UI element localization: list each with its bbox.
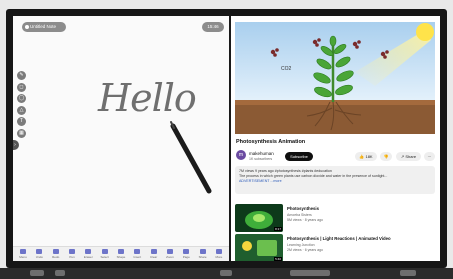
video-duration: 5:40: [274, 257, 282, 261]
recommended-thumbnail[interactable]: 8:17: [235, 204, 283, 232]
toolbar-label: Insert: [133, 255, 142, 259]
channel-name[interactable]: makehuman: [249, 151, 274, 156]
toolbar-label: Zoom: [166, 255, 174, 259]
toolbar-item-more[interactable]: More: [213, 249, 225, 259]
video-player[interactable]: CO2: [235, 22, 435, 134]
toolbar-label: Clear: [150, 255, 158, 259]
share-button[interactable]: ↗ Share: [396, 152, 421, 161]
video-pane: CO2 Photosynthesis Animation m makehuman…: [231, 16, 440, 261]
pen-icon: [68, 249, 75, 254]
toolbar-label: Redo: [52, 255, 60, 259]
toolbar-item-zoom[interactable]: Zoom: [164, 249, 176, 259]
undo-icon: [36, 249, 43, 254]
description-line-3: ADVERTISEMENT ...more: [239, 179, 282, 183]
eraser-icon: [85, 249, 92, 254]
recommended-title[interactable]: Photosynthesis: [287, 206, 319, 211]
more-actions-button[interactable]: ···: [424, 152, 435, 161]
like-count: 18K: [365, 154, 373, 159]
sun-icon: [416, 23, 434, 41]
dislike-button[interactable]: 👎: [380, 152, 392, 161]
channel-subscriber-count: 1K subscribers: [249, 157, 273, 161]
toolbar-label: Shape: [116, 255, 126, 259]
menu-icon: [20, 249, 26, 254]
toolbar-item-undo[interactable]: Undo: [33, 249, 45, 259]
like-button[interactable]: 👍 18K: [355, 152, 377, 161]
channel-avatar[interactable]: m: [236, 150, 246, 160]
recommended-channel: Learning Junction: [287, 243, 315, 247]
toolbar-label: Eraser: [83, 255, 93, 259]
share-label: Share: [405, 154, 417, 159]
redo-icon: [52, 249, 59, 254]
toolbar-item-pen[interactable]: Pen: [66, 249, 78, 259]
toolbar-item-eraser[interactable]: Eraser: [82, 249, 94, 259]
share-icon: [199, 249, 206, 254]
taskbar-icon[interactable]: [55, 270, 65, 276]
display-screen: Untitled Note 15:46 ✎ ◻ ◯ △ T ▦ › Hello Menu U…: [13, 16, 440, 261]
thumbs-down-icon: 👎: [383, 154, 389, 159]
recommended-title[interactable]: Photosynthesis | Light Reactions | Anima…: [287, 236, 391, 241]
insert-icon: [134, 249, 141, 254]
toolbar-label: Undo: [35, 255, 43, 259]
taskbar-icon[interactable]: [220, 270, 232, 276]
share-icon: ↗: [400, 154, 405, 159]
subscribe-button[interactable]: Subscribe: [285, 152, 313, 161]
toolbar-item-page[interactable]: Page: [180, 249, 192, 259]
toolbar-label: Menu: [19, 255, 27, 259]
recommended-video[interactable]: 5:40 Photosynthesis | Light Reactions | …: [235, 234, 435, 261]
page-icon: [183, 249, 190, 254]
recommended-channel: Amoeba Sisters: [287, 213, 312, 217]
toolbar-label: Select: [100, 255, 109, 259]
taskbar-icon[interactable]: [400, 270, 416, 276]
whiteboard-bottom-toolbar: Menu Undo Redo Pen Eraser Select Shape Insert Cl…: [13, 246, 229, 261]
whiteboard-pane[interactable]: Untitled Note 15:46 ✎ ◻ ◯ △ T ▦ › Hello Menu U…: [13, 16, 229, 261]
taskbar-icon[interactable]: [30, 270, 44, 276]
toolbar-label: Page: [182, 255, 190, 259]
recommended-video[interactable]: 8:17 Photosynthesis Amoeba Sisters 5M vi…: [235, 204, 435, 232]
recommended-thumbnail[interactable]: 5:40: [235, 234, 283, 261]
recommended-stats: 2M views · 6 years ago: [287, 248, 323, 252]
toolbar-label: Share: [198, 255, 207, 259]
shape-icon: [117, 249, 124, 254]
toolbar-label: More: [215, 255, 223, 259]
toolbar-item-redo[interactable]: Redo: [50, 249, 62, 259]
video-description[interactable]: 7M views 9 years ago #photosynthesis #pl…: [235, 166, 435, 194]
select-icon: [101, 249, 108, 254]
recommended-stats: 5M views · 8 years ago: [287, 218, 323, 222]
toolbar-item-select[interactable]: Select: [99, 249, 111, 259]
video-title: Photosynthesis Animation: [236, 139, 306, 145]
clear-icon: [150, 249, 157, 254]
toolbar-item-menu[interactable]: Menu: [17, 249, 29, 259]
bottom-taskbar: [0, 268, 453, 279]
more-icon: [215, 249, 222, 254]
toolbar-item-shape[interactable]: Shape: [115, 249, 127, 259]
video-duration: 8:17: [274, 227, 282, 231]
toolbar-item-insert[interactable]: Insert: [131, 249, 143, 259]
taskbar-search[interactable]: [290, 270, 330, 276]
toolbar-label: Pen: [69, 255, 75, 259]
toolbar-item-clear[interactable]: Clear: [148, 249, 160, 259]
toolbar-item-share[interactable]: Share: [197, 249, 209, 259]
co2-label: CO2: [281, 66, 292, 72]
thumbs-up-icon: 👍: [359, 154, 365, 159]
zoom-icon: [166, 249, 173, 254]
stylus-pen-icon: [170, 121, 212, 194]
